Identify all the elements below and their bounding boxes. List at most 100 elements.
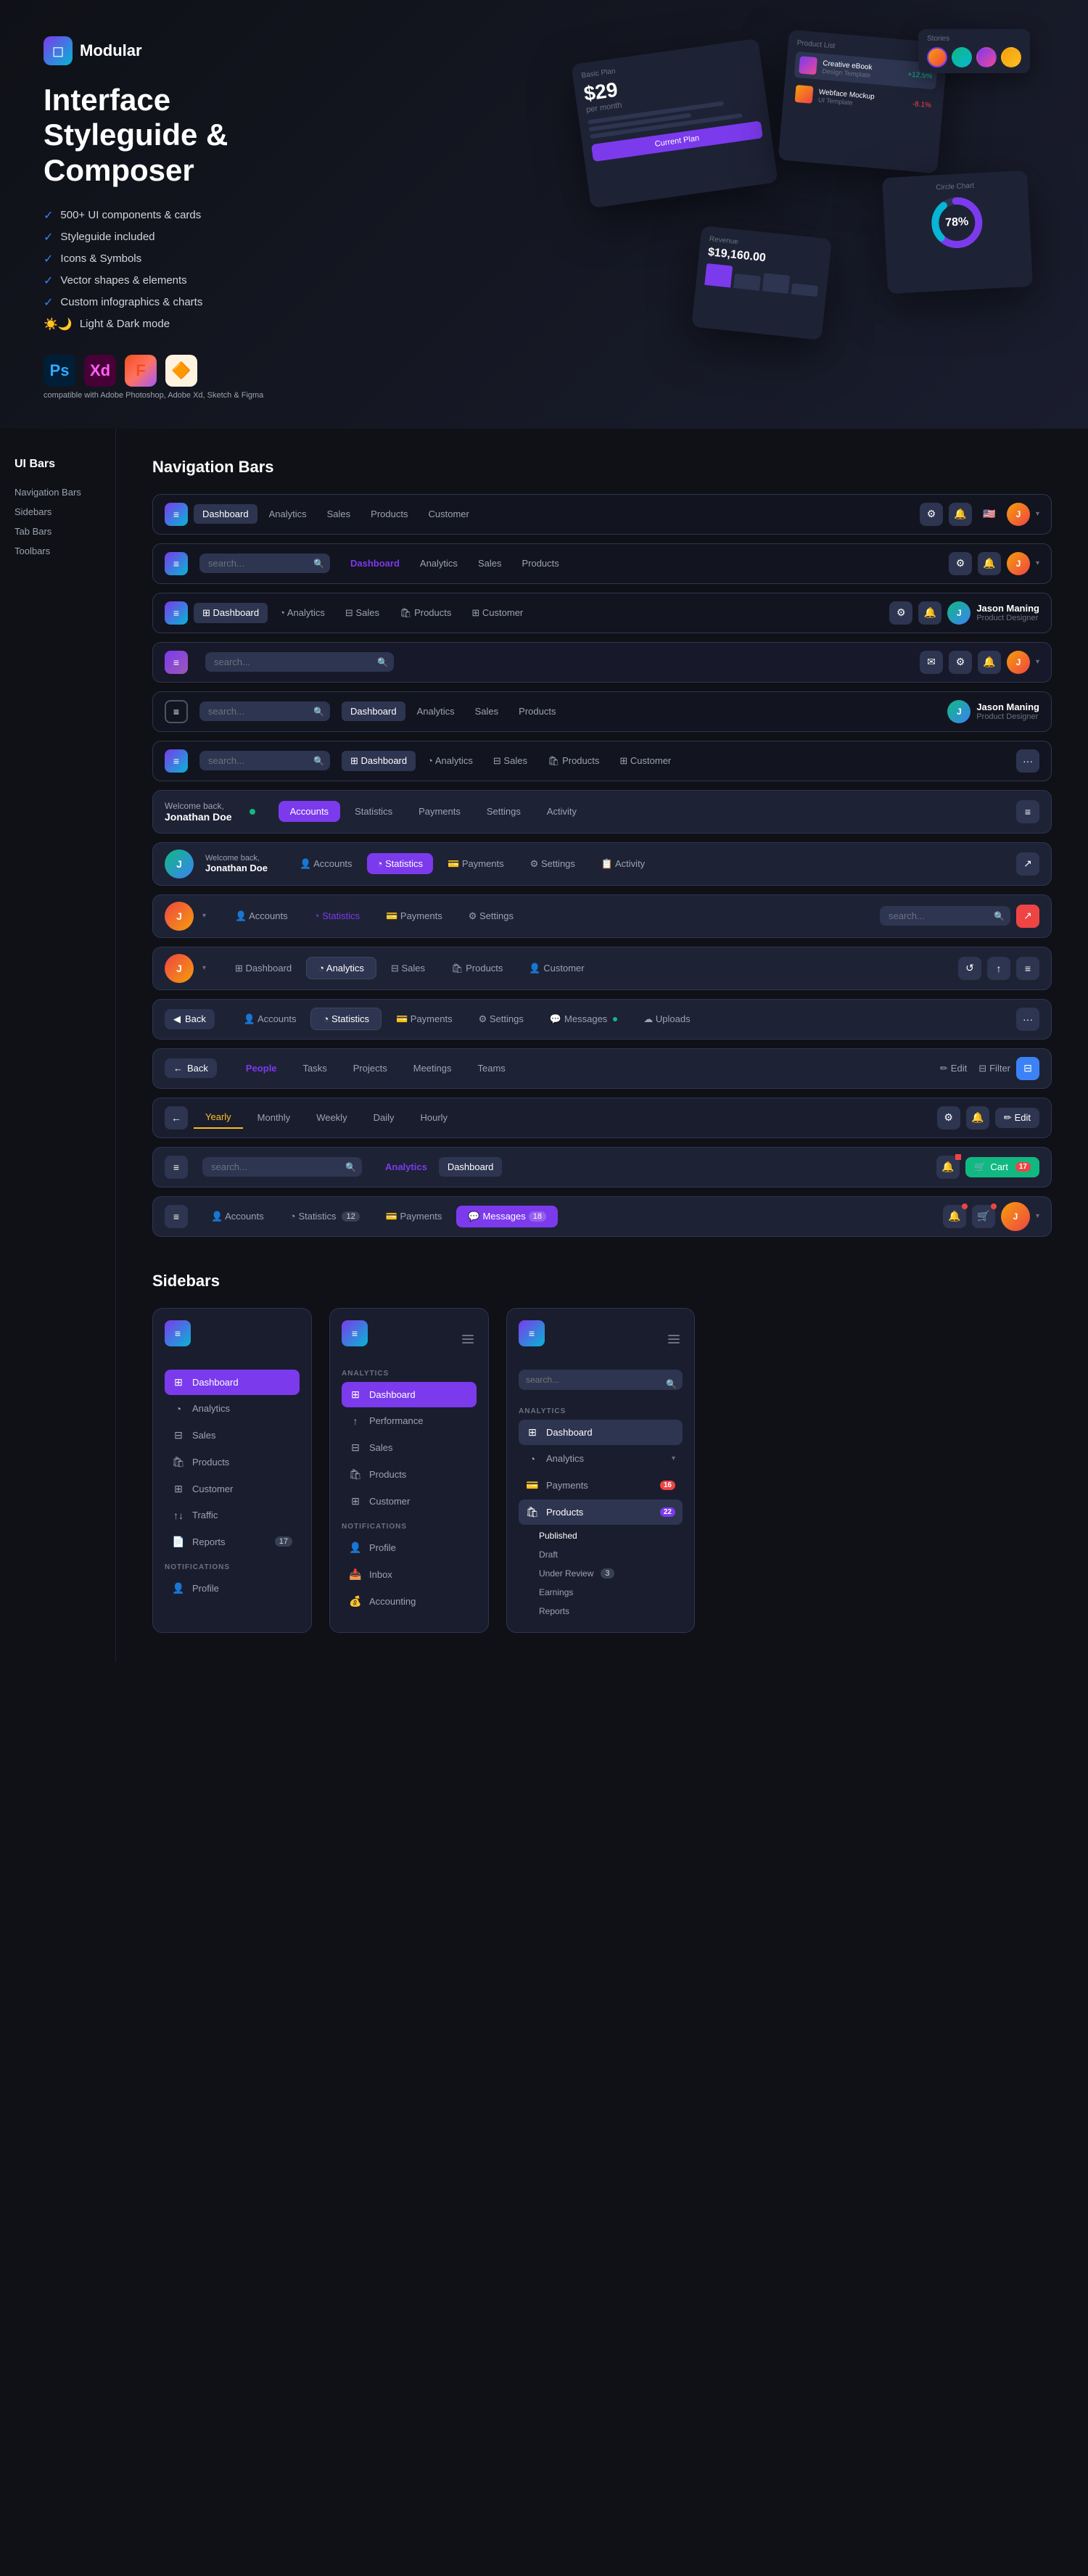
- logout-icon-btn-9[interactable]: ↗: [1016, 905, 1039, 928]
- tab-payments-11[interactable]: 💳 Payments: [384, 1008, 464, 1030]
- nav-link-dashboard-3[interactable]: ⊞ Dashboard: [194, 603, 268, 623]
- sb-item-products-3[interactable]: 🛍 Products 22: [519, 1499, 683, 1525]
- tab-sales-10[interactable]: ⊟ Sales: [379, 958, 437, 979]
- tab-people-12[interactable]: People: [234, 1058, 289, 1079]
- nav-link-analytics-6[interactable]: ◔ Analytics: [419, 751, 482, 770]
- nav-link-analytics-14[interactable]: Analytics: [376, 1157, 436, 1177]
- tab-activity-8[interactable]: 📋 Activity: [590, 853, 656, 875]
- sb-item-sales-2[interactable]: ⊟ Sales: [342, 1435, 477, 1460]
- tab-settings-9[interactable]: ⚙ Settings: [457, 905, 525, 927]
- sync-icon-btn-10[interactable]: ↺: [958, 957, 981, 980]
- tab-products-10[interactable]: 🛍 Products: [440, 958, 514, 979]
- settings-icon-btn[interactable]: ⚙: [920, 503, 943, 526]
- settings-icon-btn-4[interactable]: ⚙: [949, 651, 972, 674]
- sb-item-reports-1[interactable]: 📄 Reports 17: [165, 1529, 300, 1555]
- tab-statistics-15[interactable]: ◔ Statistics 12: [279, 1206, 371, 1227]
- sb-item-sales-1[interactable]: ⊟ Sales: [165, 1423, 300, 1448]
- tab-accounts-8[interactable]: 👤 Accounts: [288, 853, 364, 875]
- tab-weekly-13[interactable]: Weekly: [305, 1107, 358, 1128]
- search-input-9[interactable]: [880, 906, 1010, 926]
- sb-item-products-2[interactable]: 🛍 Products: [342, 1462, 477, 1487]
- nav-link-customer-6[interactable]: ⊞ Customer: [611, 751, 680, 771]
- sb-item-customer-1[interactable]: ⊞ Customer: [165, 1476, 300, 1502]
- sb-item-dashboard-3[interactable]: ⊞ Dashboard: [519, 1420, 683, 1445]
- sidebar-item-navigation-bars[interactable]: Navigation Bars: [15, 482, 101, 502]
- tab-payments-15[interactable]: 💳 Payments: [374, 1206, 454, 1227]
- tab-payments-7[interactable]: Payments: [407, 801, 472, 822]
- nav-link-sales[interactable]: Sales: [318, 504, 360, 524]
- search-input-2[interactable]: [199, 554, 330, 573]
- tab-projects-12[interactable]: Projects: [342, 1058, 399, 1079]
- hamburger-icon-btn-15[interactable]: ≡: [165, 1205, 188, 1228]
- notification-icon-btn-2[interactable]: 🔔: [978, 552, 1001, 575]
- tab-analytics-10[interactable]: ◔ Analytics: [306, 957, 376, 979]
- prev-arrow-btn-13[interactable]: ←: [165, 1106, 188, 1129]
- tab-settings-7[interactable]: Settings: [475, 801, 532, 822]
- export-icon-btn-8[interactable]: ↗: [1016, 852, 1039, 876]
- tab-hourly-13[interactable]: Hourly: [408, 1107, 459, 1128]
- tab-yearly-13[interactable]: Yearly: [194, 1106, 243, 1129]
- sb-menu-3[interactable]: [665, 1332, 683, 1346]
- sb-item-accounting-2[interactable]: 💰 Accounting: [342, 1589, 477, 1614]
- tab-tasks-12[interactable]: Tasks: [292, 1058, 339, 1079]
- back-button-11[interactable]: ◀ Back: [165, 1009, 215, 1029]
- notification-icon-btn-13[interactable]: 🔔: [966, 1106, 989, 1129]
- nav-link-products-6[interactable]: 🛍 Products: [539, 751, 608, 771]
- sb-sub-reports-3[interactable]: Reports: [519, 1602, 683, 1621]
- search-input-5[interactable]: [199, 701, 330, 721]
- nav-link-sales-2[interactable]: Sales: [469, 554, 511, 573]
- nav-link-customer-3[interactable]: ⊞ Customer: [463, 603, 532, 623]
- tab-statistics-8[interactable]: ◔ Statistics: [367, 853, 433, 874]
- hamburger-icon-btn-14[interactable]: ≡: [165, 1156, 188, 1179]
- tab-statistics-11[interactable]: ◔ Statistics: [310, 1008, 381, 1030]
- notification-icon-btn-4[interactable]: 🔔: [978, 651, 1001, 674]
- nav-link-dashboard-14[interactable]: Dashboard: [439, 1157, 503, 1177]
- sb-item-dashboard-2[interactable]: ⊞ Dashboard: [342, 1382, 477, 1407]
- filter-btn-12[interactable]: ⊟ Filter: [978, 1063, 1010, 1074]
- nav-link-sales-3[interactable]: ⊟ Sales: [337, 603, 388, 623]
- nav-link-products[interactable]: Products: [362, 504, 416, 524]
- notification-icon-btn[interactable]: 🔔: [949, 503, 972, 526]
- nav-link-customer[interactable]: Customer: [419, 504, 477, 524]
- flag-icon-btn[interactable]: 🇺🇸: [978, 503, 1001, 526]
- tab-messages-11[interactable]: 💬 Messages: [538, 1008, 629, 1030]
- sb-item-customer-2[interactable]: ⊞ Customer: [342, 1489, 477, 1514]
- tab-teams-12[interactable]: Teams: [466, 1058, 516, 1079]
- nav-link-dashboard-5[interactable]: Dashboard: [342, 701, 405, 721]
- nav-link-analytics-5[interactable]: Analytics: [408, 701, 463, 721]
- notification-icon-btn-14[interactable]: 🔔: [936, 1156, 960, 1179]
- sb-item-analytics-1[interactable]: ◔ Analytics: [165, 1396, 300, 1421]
- sb-item-inbox-2[interactable]: 📥 Inbox: [342, 1562, 477, 1587]
- sb-item-performance-2[interactable]: ↑ Performance: [342, 1409, 477, 1433]
- nav-link-dashboard-2[interactable]: Dashboard: [342, 554, 408, 573]
- nav-link-dashboard-6[interactable]: ⊞ Dashboard: [342, 751, 416, 771]
- settings-icon-btn-2[interactable]: ⚙: [949, 552, 972, 575]
- sb-sub-underreview-3[interactable]: Under Review3: [519, 1564, 683, 1583]
- sidebar-item-sidebars[interactable]: Sidebars: [15, 502, 101, 522]
- tab-payments-9[interactable]: 💳 Payments: [374, 905, 454, 927]
- more-icon-btn-6[interactable]: ···: [1016, 749, 1039, 773]
- tab-statistics-9[interactable]: ◔ Statistics: [302, 905, 371, 926]
- sidebar-item-tab-bars[interactable]: Tab Bars: [15, 522, 101, 541]
- tab-uploads-11[interactable]: ☁ Uploads: [632, 1008, 701, 1030]
- nav-link-products-3[interactable]: 🛍 Products: [391, 603, 460, 623]
- tab-customer-10[interactable]: 👤 Customer: [517, 958, 595, 979]
- share-icon-btn-10[interactable]: ↑: [987, 957, 1010, 980]
- tab-settings-8[interactable]: ⚙ Settings: [519, 853, 587, 875]
- more-icon-btn-11[interactable]: ···: [1016, 1008, 1039, 1031]
- sb-item-analytics-3[interactable]: ◔ Analytics ▾: [519, 1447, 683, 1471]
- sb-item-dashboard-1[interactable]: ⊞ Dashboard: [165, 1370, 300, 1395]
- nav-link-analytics-3[interactable]: ◔ Analytics: [271, 603, 334, 622]
- sb-item-traffic-1[interactable]: ↑↓ Traffic: [165, 1503, 300, 1528]
- tab-daily-13[interactable]: Daily: [362, 1107, 406, 1128]
- tab-monthly-13[interactable]: Monthly: [246, 1107, 302, 1128]
- tab-accounts-11[interactable]: 👤 Accounts: [232, 1008, 308, 1030]
- back-button-12[interactable]: ← Back: [165, 1058, 217, 1078]
- tab-dashboard-10[interactable]: ⊞ Dashboard: [223, 958, 303, 979]
- tab-accounts-7[interactable]: Accounts: [279, 801, 340, 822]
- edit-btn-13[interactable]: ✏ Edit: [995, 1108, 1039, 1128]
- sb-search-input-3[interactable]: [519, 1370, 683, 1390]
- search-input-4[interactable]: [205, 652, 394, 672]
- settings-icon-btn-3[interactable]: ⚙: [889, 601, 912, 625]
- tab-messages-15[interactable]: 💬 Messages 18: [456, 1206, 558, 1227]
